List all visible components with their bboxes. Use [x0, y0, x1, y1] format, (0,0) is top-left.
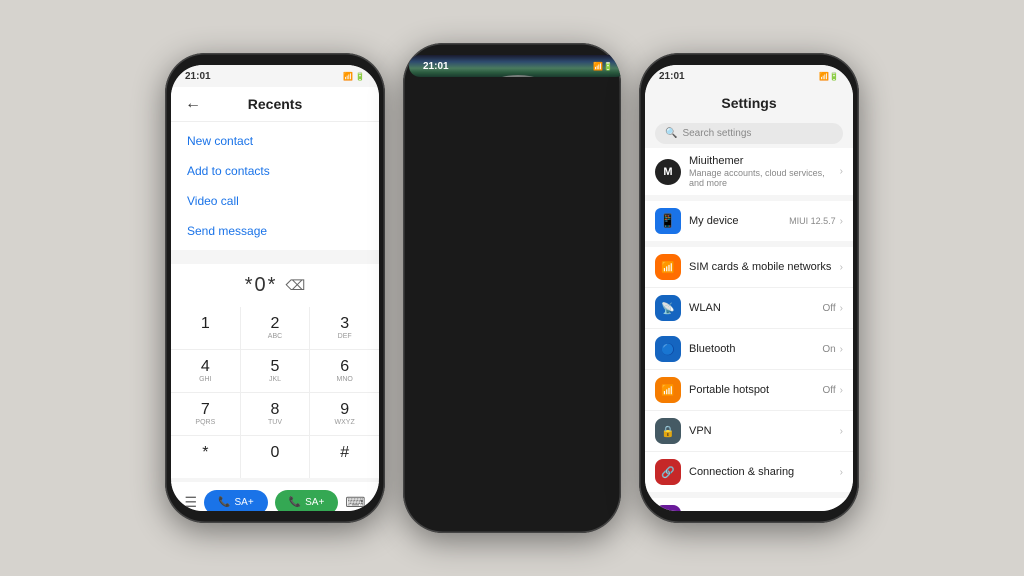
chevron-icon: › [840, 344, 843, 355]
dial-grid: 1 2ABC 3DEF 4GHI 5JKL 6MNO 7PQRS 8TUV 9W… [171, 307, 379, 478]
dial-key-2[interactable]: 2ABC [241, 307, 310, 349]
status-icons-phone3: 📶🔋 [819, 72, 839, 81]
chevron-icon: › [840, 303, 843, 314]
sim-label: SIM cards & mobile networks [689, 261, 832, 273]
dial-bottom-bar: ☰ 📞 SA+ 📞 SA+ ⌨ [171, 482, 379, 511]
device-icon: 📱 [655, 208, 681, 234]
keypad-icon[interactable]: ⌨ [345, 494, 365, 511]
status-time-phone2: 21:01 [423, 61, 449, 72]
settings-item-sim[interactable]: 📶 SIM cards & mobile networks › [645, 247, 853, 288]
sim-icon: 📶 [655, 254, 681, 280]
settings-item-miuithemer[interactable]: M Miuithemer Manage accounts, cloud serv… [645, 148, 853, 195]
dial-key-3[interactable]: 3DEF [310, 307, 379, 349]
sharing-icon: 🔗 [655, 459, 681, 485]
dial-key-0[interactable]: 0 [241, 436, 310, 478]
wlan-label: WLAN [689, 302, 815, 314]
add-to-contacts-action[interactable]: Add to contacts [171, 156, 379, 186]
settings-item-mydevice[interactable]: 📱 My device MIUI 12.5.7 › [645, 201, 853, 241]
dial-key-1[interactable]: 1 [171, 307, 240, 349]
dial-key-9[interactable]: 9WXYZ [310, 393, 379, 435]
hotspot-value: Off [823, 385, 836, 396]
phone3-screen: 21:01 📶🔋 Settings 🔍 Search settings M Mi… [645, 65, 853, 511]
recents-header: ← Recents [171, 87, 379, 122]
send-message-action[interactable]: Send message [171, 216, 379, 246]
miuithemer-label: Miuithemer [689, 155, 832, 167]
chevron-icon: › [840, 216, 843, 227]
dial-delete-button[interactable]: ⌫ [285, 277, 305, 294]
vpn-label: VPN [689, 425, 832, 437]
settings-section-display: 🖼 Wallpaper & personalization › 🔆 Always… [645, 498, 853, 511]
chevron-icon: › [840, 426, 843, 437]
phone2-screen: 21:01 📶🔋 Miuithemer ⏺ Screen Recorder ⬇ … [409, 55, 621, 77]
recents-actions-list: New contact Add to contacts Video call S… [171, 122, 379, 250]
wallpaper-icon: 🖼 [655, 505, 681, 511]
chevron-icon: › [840, 467, 843, 478]
status-time-phone1: 21:01 [185, 71, 211, 82]
settings-list: M Miuithemer Manage accounts, cloud serv… [645, 148, 853, 511]
dial-key-7[interactable]: 7PQRS [171, 393, 240, 435]
phone1-screen: 21:01 📶 🔋 ← Recents New contact Add to c… [171, 65, 379, 511]
dial-number: *0* [245, 274, 278, 297]
status-icons-phone1: 📶 🔋 [343, 72, 365, 81]
settings-item-sharing[interactable]: 🔗 Connection & sharing › [645, 452, 853, 492]
settings-section-account: M Miuithemer Manage accounts, cloud serv… [645, 148, 853, 195]
hotspot-icon: 📶 [655, 377, 681, 403]
sharing-label: Connection & sharing [689, 466, 832, 478]
settings-title: Settings [721, 95, 776, 111]
vpn-icon: 🔒 [655, 418, 681, 444]
settings-item-vpn[interactable]: 🔒 VPN › [645, 411, 853, 452]
recents-title: Recents [211, 96, 339, 112]
dial-key-8[interactable]: 8TUV [241, 393, 310, 435]
recents-divider [171, 256, 379, 264]
menu-icon[interactable]: ☰ [184, 494, 197, 511]
new-contact-action[interactable]: New contact [171, 126, 379, 156]
status-bar-phone1: 21:01 📶 🔋 [171, 65, 379, 87]
dial-key-hash[interactable]: # [310, 436, 379, 478]
search-placeholder: Search settings [682, 128, 751, 139]
settings-item-wlan[interactable]: 📡 WLAN Off › [645, 288, 853, 329]
dial-key-5[interactable]: 5JKL [241, 350, 310, 392]
search-icon: 🔍 [665, 128, 677, 139]
call-button-1[interactable]: 📞 SA+ [204, 490, 268, 511]
settings-section-device: 📱 My device MIUI 12.5.7 › [645, 201, 853, 241]
back-button[interactable]: ← [185, 95, 201, 113]
bt-value: On [822, 344, 835, 355]
wlan-value: Off [823, 303, 836, 314]
miuithemer-icon: M [655, 159, 681, 185]
miui-badge: MIUI 12.5.7 [789, 216, 836, 226]
chevron-icon: › [840, 166, 843, 177]
dial-key-star[interactable]: * [171, 436, 240, 478]
miuithemer-sublabel: Manage accounts, cloud services, and mor… [689, 168, 832, 188]
phone-recents: 21:01 📶 🔋 ← Recents New contact Add to c… [165, 53, 385, 523]
status-time-phone3: 21:01 [659, 71, 685, 82]
mydevice-label: My device [689, 215, 781, 227]
dial-display: *0* ⌫ [171, 264, 379, 307]
bt-label: Bluetooth [689, 343, 814, 355]
bluetooth-icon: 🔵 [655, 336, 681, 362]
status-bar-phone2: 21:01 📶🔋 [409, 55, 621, 77]
call-button-2[interactable]: 📞 SA+ [275, 490, 339, 511]
status-bar-phone3: 21:01 📶🔋 [645, 65, 853, 87]
dial-key-6[interactable]: 6MNO [310, 350, 379, 392]
hotspot-label: Portable hotspot [689, 384, 815, 396]
settings-section-network: 📶 SIM cards & mobile networks › 📡 WLAN [645, 247, 853, 492]
settings-item-wallpaper[interactable]: 🖼 Wallpaper & personalization › [645, 498, 853, 511]
settings-search-bar[interactable]: 🔍 Search settings [655, 123, 843, 144]
dial-key-4[interactable]: 4GHI [171, 350, 240, 392]
phone-home: 21:01 📶🔋 Miuithemer ⏺ Screen Recorder ⬇ … [403, 43, 621, 533]
video-call-action[interactable]: Video call [171, 186, 379, 216]
status-icons-phone2: 📶🔋 [593, 62, 613, 71]
settings-item-hotspot[interactable]: 📶 Portable hotspot Off › [645, 370, 853, 411]
wlan-icon: 📡 [655, 295, 681, 321]
phone-settings: 21:01 📶🔋 Settings 🔍 Search settings M Mi… [639, 53, 859, 523]
chevron-icon: › [840, 262, 843, 273]
chevron-icon: › [840, 385, 843, 396]
settings-item-bluetooth[interactable]: 🔵 Bluetooth On › [645, 329, 853, 370]
settings-header: Settings [645, 87, 853, 119]
